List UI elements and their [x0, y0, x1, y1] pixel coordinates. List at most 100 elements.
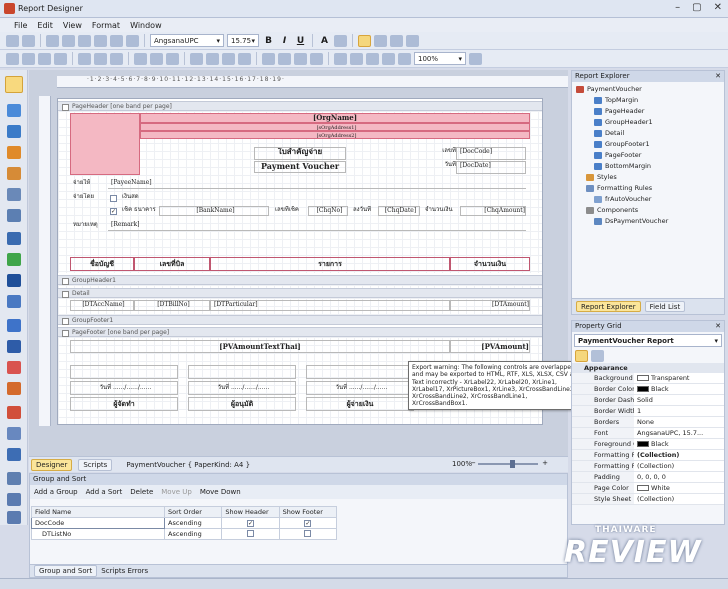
col-header-amount[interactable]: จำนวนเงิน	[450, 257, 530, 271]
align-middles-icon[interactable]	[94, 52, 107, 65]
table-row[interactable]: DTListNo Ascending	[30, 528, 338, 540]
same-size-icon[interactable]	[166, 52, 179, 65]
underline-button[interactable]: U	[294, 35, 307, 47]
zoom-in-small-icon[interactable]: +	[542, 459, 548, 467]
cash-checkbox[interactable]	[110, 195, 117, 202]
undo-icon[interactable]	[110, 34, 123, 47]
designer-tab[interactable]: Designer	[31, 458, 73, 471]
zoom-select[interactable]: 100% ▾	[414, 52, 466, 65]
logo-picture-box[interactable]	[70, 113, 140, 175]
sign-box-1[interactable]	[70, 365, 178, 379]
sign-label-approver[interactable]: ผู้อนุมัติ	[188, 397, 296, 411]
h-spacing-inc-icon[interactable]	[206, 52, 219, 65]
toc-tool-icon[interactable]	[7, 448, 21, 461]
v-spacing-dec-icon[interactable]	[294, 52, 307, 65]
redo-icon[interactable]	[126, 34, 139, 47]
band-group-header[interactable]: GroupHeader1	[58, 275, 542, 285]
chart-tool-icon[interactable]	[7, 319, 21, 332]
menu-window[interactable]: Window	[130, 21, 162, 30]
band-page-footer[interactable]: PageFooter [one band per page]	[58, 327, 542, 337]
align-center-icon[interactable]	[374, 34, 387, 47]
band-detail[interactable]: Detail	[58, 288, 542, 298]
close-icon[interactable]: ✕	[715, 71, 721, 82]
detail-amount-field[interactable]: [DTAmount]	[450, 300, 530, 311]
doc-date-field[interactable]: [DocDate]	[456, 161, 526, 174]
add-group-button[interactable]: Add a Group	[34, 488, 78, 496]
scripts-errors-tab[interactable]: Scripts Errors	[101, 567, 148, 575]
payee-name-field[interactable]: [PayeeName]	[108, 179, 526, 189]
property-row[interactable]: Formatting Rules(Collection)	[572, 450, 724, 461]
property-row[interactable]: Style Sheet (Collection)	[572, 494, 724, 505]
close-icon[interactable]: ✕	[714, 2, 722, 13]
justify-icon[interactable]	[406, 34, 419, 47]
sparkline-tool-icon[interactable]	[7, 361, 21, 374]
table-row[interactable]: DocCode Ascending ✓ ✓	[30, 517, 338, 529]
tree-item[interactable]: DsPaymentVoucher	[572, 216, 724, 227]
paste-icon[interactable]	[78, 34, 91, 47]
menu-file[interactable]: File	[14, 21, 27, 30]
panel-tool-icon[interactable]	[7, 188, 21, 201]
minimize-icon[interactable]: –	[675, 2, 680, 13]
sort-order-cell[interactable]: Ascending	[164, 517, 223, 529]
table-tool-icon[interactable]	[7, 209, 21, 222]
line-tool-icon[interactable]	[7, 232, 21, 245]
chq-date-field[interactable]: [ChqDate]	[378, 206, 420, 216]
chq-no-field[interactable]: [ChqNo]	[308, 206, 348, 216]
barcode-tool-icon[interactable]	[7, 274, 21, 287]
menu-edit[interactable]: Edit	[37, 21, 53, 30]
v-spacing-remove-icon[interactable]	[310, 52, 323, 65]
zoom-in-icon[interactable]	[469, 52, 482, 65]
field-name-cell[interactable]: DTListNo	[30, 528, 166, 540]
font-name-select[interactable]: AngsanaUPC ▾	[150, 34, 224, 47]
add-sort-button[interactable]: Add a Sort	[86, 488, 123, 496]
alphabetical-icon[interactable]	[591, 350, 604, 362]
categorized-icon[interactable]	[575, 350, 588, 362]
cross-band-line-tool-icon[interactable]	[7, 493, 21, 506]
col-header-bill-no[interactable]: เลขที่บิล	[134, 257, 210, 271]
cross-band-box-tool-icon[interactable]	[7, 511, 21, 524]
band-page-header[interactable]: PageHeader [one band per page]	[58, 101, 542, 111]
move-up-button[interactable]: Move Up	[161, 488, 192, 496]
align-to-grid-icon[interactable]	[6, 52, 19, 65]
tree-item[interactable]: BottomMargin	[572, 161, 724, 172]
group-sort-tab[interactable]: Group and Sort	[34, 565, 98, 577]
zipcode-tool-icon[interactable]	[7, 295, 21, 308]
tree-item[interactable]: Styles	[572, 172, 724, 183]
menu-view[interactable]: View	[63, 21, 82, 30]
center-vertically-icon[interactable]	[350, 52, 363, 65]
bring-to-front-icon[interactable]	[366, 52, 379, 65]
sign-box-3[interactable]	[306, 365, 414, 379]
object-selector[interactable]: PaymentVoucher Report ▾	[574, 334, 722, 347]
send-to-back-icon[interactable]	[382, 52, 395, 65]
field-list-tab[interactable]: Field List	[644, 301, 686, 312]
cut-icon[interactable]	[46, 34, 59, 47]
tree-item[interactable]: TopMargin	[572, 95, 724, 106]
property-row[interactable]: Formatting Rule Sheet(Collection)	[572, 461, 724, 472]
footer-amount-field[interactable]: [PVAmount]	[450, 340, 530, 353]
copy-icon[interactable]	[62, 34, 75, 47]
sign-date-2[interactable]: วันที่ ....../....../......	[188, 381, 296, 395]
pointer-tool-icon[interactable]	[5, 76, 23, 93]
menu-format[interactable]: Format	[92, 21, 120, 30]
back-color-icon[interactable]	[334, 34, 347, 47]
label-tool-icon[interactable]	[7, 104, 21, 117]
property-row[interactable]: Border Width 1	[572, 406, 724, 417]
field-name-cell[interactable]: DocCode	[30, 517, 166, 529]
property-row[interactable]: Background ColorTransparent	[572, 373, 724, 384]
sign-date-3[interactable]: วันที่ ....../....../......	[306, 381, 414, 395]
tree-item[interactable]: PageFooter	[572, 150, 724, 161]
subreport-tool-icon[interactable]	[7, 472, 21, 485]
remark-field[interactable]: [Remark]	[108, 221, 526, 231]
show-footer-checkbox[interactable]	[304, 529, 312, 537]
v-spacing-equal-icon[interactable]	[262, 52, 275, 65]
center-horizontally-icon[interactable]	[334, 52, 347, 65]
property-row[interactable]: Page Color White	[572, 483, 724, 494]
tree-item[interactable]: Formatting Rules	[572, 183, 724, 194]
cheque-checkbox[interactable]: ✓	[110, 208, 117, 215]
checkbox-tool-icon[interactable]	[7, 125, 21, 138]
align-centers-icon[interactable]	[38, 52, 51, 65]
org-address1-field[interactable]: [sOrgAddress1]	[140, 123, 530, 131]
tree-item[interactable]: GroupHeader1	[572, 117, 724, 128]
sort-order-cell[interactable]: Ascending	[164, 528, 223, 540]
align-tops-icon[interactable]	[78, 52, 91, 65]
